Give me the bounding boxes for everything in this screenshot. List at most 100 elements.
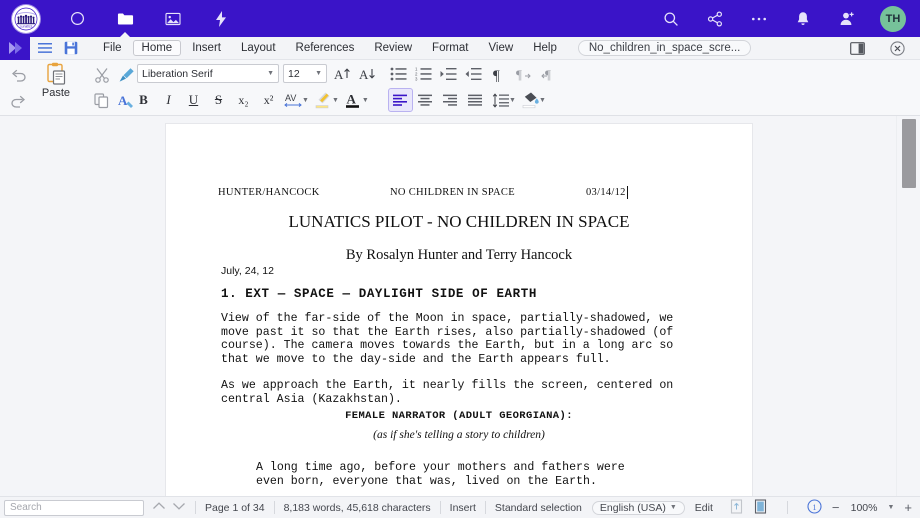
font-size-input[interactable]: 12 ▼ xyxy=(283,64,327,83)
bold-button[interactable]: B xyxy=(131,88,156,112)
dialogue-text: A long time ago, before your mothers and… xyxy=(256,461,676,488)
header-left: HUNTER/HANCOCK xyxy=(218,187,390,198)
bell-icon[interactable] xyxy=(792,8,814,30)
menu-item-format[interactable]: Format xyxy=(423,40,477,56)
menu-item-help[interactable]: Help xyxy=(524,40,566,56)
more-icon[interactable] xyxy=(748,8,770,30)
ribbon-row-2-format: B I U S x₂ x² AV ▼ ▼ A ▼ xyxy=(131,88,371,112)
undo-icon[interactable] xyxy=(6,63,31,87)
zoom-out-button[interactable]: − xyxy=(832,500,840,515)
formatting-marks-icon[interactable]: ¶ xyxy=(486,62,511,86)
align-right-button[interactable] xyxy=(438,88,463,112)
top-app-bar: Lunatics xyxy=(0,0,920,37)
decrease-font-size-icon[interactable]: A xyxy=(355,62,380,86)
find-previous-icon[interactable] xyxy=(152,501,166,514)
menu-item-insert[interactable]: Insert xyxy=(183,40,230,56)
italic-button[interactable]: I xyxy=(156,88,181,112)
save-icon[interactable] xyxy=(60,41,82,55)
align-center-button[interactable] xyxy=(413,88,438,112)
increase-indent-icon[interactable] xyxy=(436,62,461,86)
find-next-icon[interactable] xyxy=(172,501,186,514)
superscript-button[interactable]: x² xyxy=(256,88,281,112)
ordered-list-icon[interactable]: 123 xyxy=(411,62,436,86)
screenplay-byline: By Rosalyn Hunter and Terry Hancock xyxy=(166,247,752,264)
subscript-button[interactable]: x₂ xyxy=(231,88,256,112)
close-icon[interactable] xyxy=(886,41,908,56)
selection-mode[interactable]: Standard selection xyxy=(495,502,582,514)
circle-icon[interactable] xyxy=(66,8,88,30)
vertical-scrollbar[interactable] xyxy=(896,116,920,496)
insert-mode[interactable]: Insert xyxy=(450,502,476,514)
search-input[interactable]: Search xyxy=(4,500,144,516)
chevron-down-icon[interactable]: ▼ xyxy=(362,97,369,104)
menu-item-layout[interactable]: Layout xyxy=(232,40,285,56)
book-view-icon[interactable]: 1 xyxy=(807,499,822,517)
single-page-view-icon[interactable] xyxy=(730,499,744,517)
edit-mode[interactable]: Edit xyxy=(695,502,713,514)
app-menu-button[interactable] xyxy=(0,37,30,60)
menu-item-references[interactable]: References xyxy=(287,40,364,56)
lightning-icon[interactable] xyxy=(210,8,232,30)
menu-item-review[interactable]: Review xyxy=(365,40,421,56)
chevron-down-icon[interactable]: ▼ xyxy=(302,97,309,104)
font-name-value: Liberation Serif xyxy=(142,68,213,80)
svg-text:A: A xyxy=(347,92,357,107)
zoom-level[interactable]: 100% xyxy=(849,502,877,514)
left-to-right-icon[interactable]: ¶ xyxy=(511,62,536,86)
image-icon[interactable] xyxy=(162,8,184,30)
cut-icon[interactable] xyxy=(89,63,114,87)
right-to-left-icon[interactable]: ¶ xyxy=(536,62,561,86)
clone-formatting-icon[interactable] xyxy=(114,63,139,87)
header-right: 03/14/12 xyxy=(586,187,626,198)
page-header: HUNTER/HANCOCK NO CHILDREN IN SPACE 03/1… xyxy=(218,187,718,198)
chevron-down-icon[interactable]: ▼ xyxy=(509,97,516,104)
word-count[interactable]: 8,183 words, 45,618 characters xyxy=(284,502,431,514)
decrease-indent-icon[interactable] xyxy=(461,62,486,86)
align-left-button[interactable] xyxy=(388,88,413,112)
search-icon[interactable] xyxy=(660,8,682,30)
language-selector[interactable]: English (USA) ▼ xyxy=(592,501,685,515)
sidebar-toggle-icon[interactable] xyxy=(846,42,868,55)
divider xyxy=(195,501,196,514)
redo-icon[interactable] xyxy=(6,89,31,113)
document-canvas[interactable]: HUNTER/HANCOCK NO CHILDREN IN SPACE 03/1… xyxy=(0,116,920,496)
multi-page-view-icon[interactable] xyxy=(754,499,768,517)
menu-items: File Home Insert Layout References Revie… xyxy=(94,40,566,56)
paste-button[interactable]: Paste xyxy=(34,62,78,114)
search-nav-group xyxy=(152,501,186,514)
strikethrough-button[interactable]: S xyxy=(206,88,231,112)
folder-icon[interactable] xyxy=(114,8,136,30)
copy-icon[interactable] xyxy=(89,89,114,113)
hamburger-icon[interactable] xyxy=(34,42,56,54)
lunatics-logo[interactable]: Lunatics xyxy=(12,5,40,33)
character-cue: FEMALE NARRATOR (ADULT GEORGIANA): xyxy=(166,410,752,422)
document-page[interactable]: HUNTER/HANCOCK NO CHILDREN IN SPACE 03/1… xyxy=(166,124,752,496)
avatar[interactable]: TH xyxy=(880,6,906,32)
chevron-down-icon[interactable]: ▼ xyxy=(539,97,546,104)
parenthetical: (as if she's telling a story to children… xyxy=(166,429,752,441)
scrollbar-thumb[interactable] xyxy=(902,119,916,188)
menu-item-view[interactable]: View xyxy=(479,40,522,56)
chevron-down-icon[interactable]: ▼ xyxy=(332,97,339,104)
underline-button[interactable]: U xyxy=(181,88,206,112)
font-size-value: 12 xyxy=(288,68,300,80)
share-icon[interactable] xyxy=(704,8,726,30)
chevron-down-icon[interactable]: ▼ xyxy=(315,70,322,77)
menu-item-home[interactable]: Home xyxy=(133,40,182,56)
font-name-input[interactable]: Liberation Serif ▼ xyxy=(137,64,279,83)
action-paragraph-1: View of the far-side of the Moon in spac… xyxy=(221,312,691,366)
menu-item-file[interactable]: File xyxy=(94,40,131,56)
svg-text:¶: ¶ xyxy=(545,67,551,82)
divider xyxy=(485,501,486,514)
justified-button[interactable] xyxy=(463,88,488,112)
add-user-icon[interactable] xyxy=(836,8,858,30)
chevron-down-icon[interactable]: ▼ xyxy=(267,70,274,77)
unordered-list-icon[interactable] xyxy=(386,62,411,86)
document-title-field[interactable]: No_children_in_space_scre... xyxy=(578,40,752,56)
ribbon-row-2-align: ▼ ▼ xyxy=(388,88,548,112)
screenplay-date: July, 24, 12 xyxy=(221,265,274,277)
increase-font-size-icon[interactable]: A xyxy=(330,62,355,86)
chevron-down-icon[interactable]: ▼ xyxy=(887,504,894,511)
page-info[interactable]: Page 1 of 34 xyxy=(205,502,265,514)
zoom-in-button[interactable]: + xyxy=(904,500,912,515)
